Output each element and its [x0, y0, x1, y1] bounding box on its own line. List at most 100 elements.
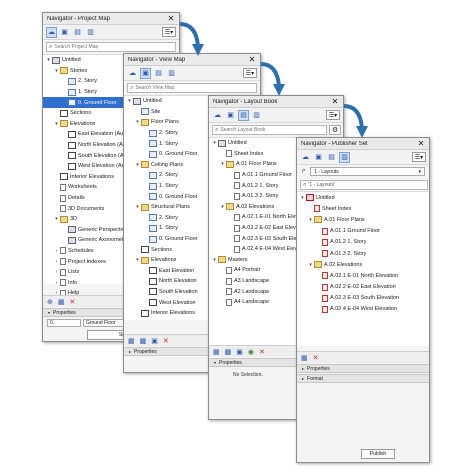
- publisher-set-icon[interactable]: ▥: [339, 151, 350, 163]
- folder-icon[interactable]: ▣: [236, 348, 243, 356]
- publisher-set-icon[interactable]: ▥: [85, 27, 96, 38]
- view-map-icon[interactable]: ▣: [225, 110, 236, 121]
- search-box[interactable]: ⌕: [127, 83, 257, 93]
- fold-icon: [141, 203, 149, 211]
- menu-icon[interactable]: ☰▾: [326, 110, 340, 120]
- disclosure-icon[interactable]: ▾: [53, 68, 60, 74]
- check-icon[interactable]: ◉: [248, 348, 254, 356]
- flow-arrow-1: [179, 22, 204, 56]
- delete-icon[interactable]: ✕: [163, 337, 169, 345]
- tree-item[interactable]: ▾ Untitled: [297, 192, 429, 203]
- tree-item[interactable]: A.01.1 Ground Floor: [297, 226, 429, 237]
- layout-book-icon[interactable]: ▤: [153, 68, 164, 79]
- open-icon[interactable]: ⊕: [47, 298, 53, 306]
- project-map-icon[interactable]: ☁: [212, 110, 223, 121]
- tree-item[interactable]: A.02.1 E-01 North Elevation: [297, 270, 429, 281]
- project-map-icon[interactable]: ☁: [300, 152, 311, 163]
- tree-item[interactable]: ▾ A.02 Elevations: [297, 259, 429, 270]
- disclosure-icon[interactable]: ›: [53, 259, 60, 265]
- new-layout-icon[interactable]: ▦: [213, 348, 220, 356]
- search-box[interactable]: ⌕: [46, 42, 176, 52]
- properties-header[interactable]: ▸ Properties: [297, 364, 429, 373]
- tree-item-label: A.01.3 2. Story: [242, 193, 279, 200]
- toolbar: ☁ ▣ ▤ ▥ ☰▾: [43, 25, 179, 40]
- disclosure-icon[interactable]: ▾: [53, 121, 60, 127]
- project-map-icon[interactable]: ☁: [127, 68, 138, 79]
- disclosure-icon[interactable]: ▾: [134, 162, 141, 168]
- layout-book-icon[interactable]: ▤: [326, 152, 337, 163]
- new-item-icon[interactable]: ▦: [301, 354, 308, 362]
- close-icon[interactable]: ✕: [331, 97, 339, 106]
- disclosure-icon[interactable]: ▾: [211, 257, 218, 263]
- publisher-set-dropdown[interactable]: 1 - Layouts ▾: [310, 167, 425, 176]
- tree-item[interactable]: A.02.2 E-02 East Elevation: [297, 282, 429, 293]
- disclosure-icon[interactable]: ▾: [126, 98, 133, 104]
- disclosure-icon[interactable]: ›: [53, 248, 60, 254]
- delete-icon[interactable]: ✕: [70, 298, 76, 306]
- search-input[interactable]: [135, 85, 247, 91]
- disclosure-icon[interactable]: ›: [53, 280, 60, 286]
- publisher-set-icon[interactable]: ▥: [251, 110, 262, 121]
- format-label: Format: [307, 375, 323, 382]
- gear-icon[interactable]: ⚙: [329, 125, 341, 135]
- pdf-icon: [322, 227, 328, 235]
- disclosure-icon[interactable]: ▾: [219, 204, 226, 210]
- menu-icon[interactable]: ☰▾: [243, 68, 257, 78]
- tree-item-label: Interior Elevations: [151, 310, 196, 317]
- view-map-icon[interactable]: ▣: [313, 152, 324, 163]
- tree-item-label: Project Indexes: [68, 258, 106, 265]
- new-view-icon[interactable]: ▦: [128, 337, 135, 345]
- collapse-icon: ▸: [129, 349, 132, 354]
- folder-icon[interactable]: ▣: [151, 337, 158, 345]
- disclosure-icon[interactable]: ▾: [219, 161, 226, 167]
- tree-item[interactable]: A.02.4 E-04 West Elevation: [297, 304, 429, 315]
- disclosure-icon[interactable]: ▾: [134, 204, 141, 210]
- disclosure-icon[interactable]: ▾: [53, 216, 60, 222]
- disclosure-icon[interactable]: ▾: [307, 262, 314, 268]
- plan-icon: [149, 224, 157, 232]
- disclosure-icon[interactable]: ▾: [134, 257, 141, 263]
- search-input[interactable]: [54, 44, 166, 50]
- view-map-icon[interactable]: ▣: [59, 27, 70, 38]
- menu-icon[interactable]: ☰▾: [412, 152, 426, 162]
- delete-icon[interactable]: ✕: [259, 348, 265, 356]
- disclosure-icon[interactable]: ▾: [299, 195, 306, 201]
- close-icon[interactable]: ✕: [417, 139, 425, 148]
- close-icon[interactable]: ✕: [248, 55, 256, 64]
- project-map-icon[interactable]: ☁: [46, 26, 57, 38]
- clone-view-icon[interactable]: ▩: [140, 337, 147, 345]
- tree-item-label: Elevations: [70, 120, 96, 127]
- elev-icon: [141, 309, 149, 317]
- tree-item[interactable]: A.01.2 1. Story: [297, 237, 429, 248]
- disclosure-icon[interactable]: ▾: [307, 217, 314, 223]
- tree-item[interactable]: A.02.3 E-03 South Elevation: [297, 293, 429, 304]
- search-box[interactable]: ⌕: [212, 125, 327, 135]
- disclosure-icon[interactable]: ▾: [45, 57, 52, 63]
- tree-item-label: A.02.2 E-02 East Elevation: [330, 284, 396, 291]
- disclosure-icon[interactable]: ▾: [211, 140, 218, 146]
- tree-item[interactable]: Sheet Index: [297, 203, 429, 214]
- publish-button[interactable]: Publish: [361, 449, 395, 459]
- layout-book-icon[interactable]: ▤: [72, 27, 83, 38]
- search-input[interactable]: [220, 127, 319, 133]
- story-code-field[interactable]: 0.: [47, 319, 81, 327]
- new-view-icon[interactable]: ▦: [58, 298, 65, 306]
- tree-item[interactable]: A.01.3 2. Story: [297, 248, 429, 259]
- menu-icon[interactable]: ☰▾: [162, 27, 176, 37]
- tree-item-label: Schedules: [68, 247, 94, 254]
- close-icon[interactable]: ✕: [167, 14, 175, 23]
- search-box[interactable]: ⌕ '1 - Layouts': [300, 180, 428, 190]
- view-map-icon[interactable]: ▣: [140, 67, 151, 79]
- publisher-set-icon[interactable]: ▥: [166, 68, 177, 79]
- properties-label: Properties: [53, 309, 76, 316]
- search-icon: ⌕: [130, 84, 134, 91]
- disclosure-icon[interactable]: ▾: [134, 119, 141, 125]
- pdf-icon: [322, 238, 328, 246]
- delete-icon[interactable]: ✕: [313, 354, 319, 362]
- elev-icon: [68, 152, 76, 160]
- tree-item[interactable]: ▾ A.01 Floor Plans: [297, 214, 429, 225]
- disclosure-icon[interactable]: ›: [53, 269, 60, 275]
- new-master-icon[interactable]: ▩: [225, 348, 232, 356]
- layout-book-icon[interactable]: ▤: [238, 109, 249, 121]
- format-header[interactable]: ▸ Format: [297, 374, 429, 383]
